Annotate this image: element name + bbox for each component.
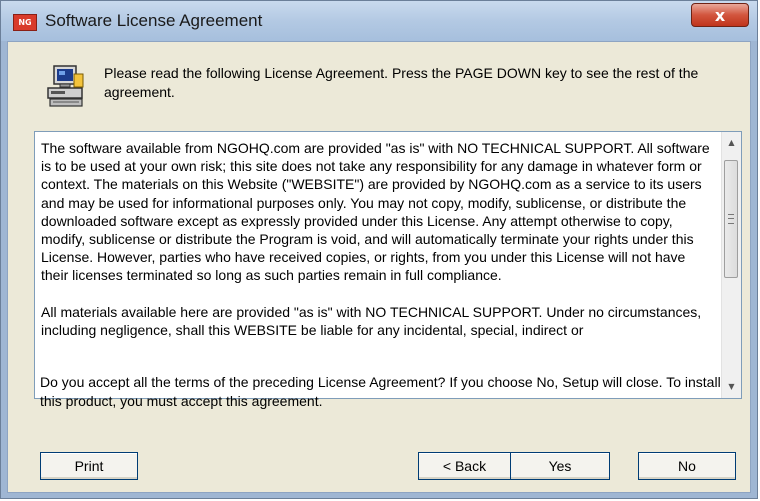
license-dialog-window: NG Software License Agreement x Please r… [0, 0, 758, 499]
computer-setup-icon [46, 64, 86, 108]
license-paragraph: The software available from NGOHQ.com ar… [41, 140, 710, 284]
grip-icon [728, 214, 734, 224]
print-button[interactable]: Print [40, 452, 138, 480]
dialog-body: Please read the following License Agreem… [7, 41, 751, 493]
accept-question: Do you accept all the terms of the prece… [40, 374, 721, 409]
title-bar[interactable]: NG Software License Agreement x [1, 1, 757, 41]
window-title: Software License Agreement [45, 11, 263, 30]
header-instruction: Please read the following License Agreem… [104, 65, 699, 100]
close-button[interactable]: x [691, 3, 749, 27]
yes-button[interactable]: Yes [510, 452, 610, 480]
scroll-up-arrow-icon[interactable]: ▲ [722, 134, 741, 152]
back-button[interactable]: < Back [418, 452, 510, 480]
license-text-area[interactable]: The software available from NGOHQ.com ar… [34, 131, 742, 399]
scroll-thumb[interactable] [724, 160, 738, 278]
vertical-scrollbar[interactable]: ▲ ▼ [721, 132, 741, 398]
license-paragraph: All materials available here are provide… [41, 303, 702, 338]
license-text: The software available from NGOHQ.com ar… [41, 139, 711, 357]
no-button[interactable]: No [638, 452, 736, 480]
app-logo-icon: NG [13, 14, 37, 31]
